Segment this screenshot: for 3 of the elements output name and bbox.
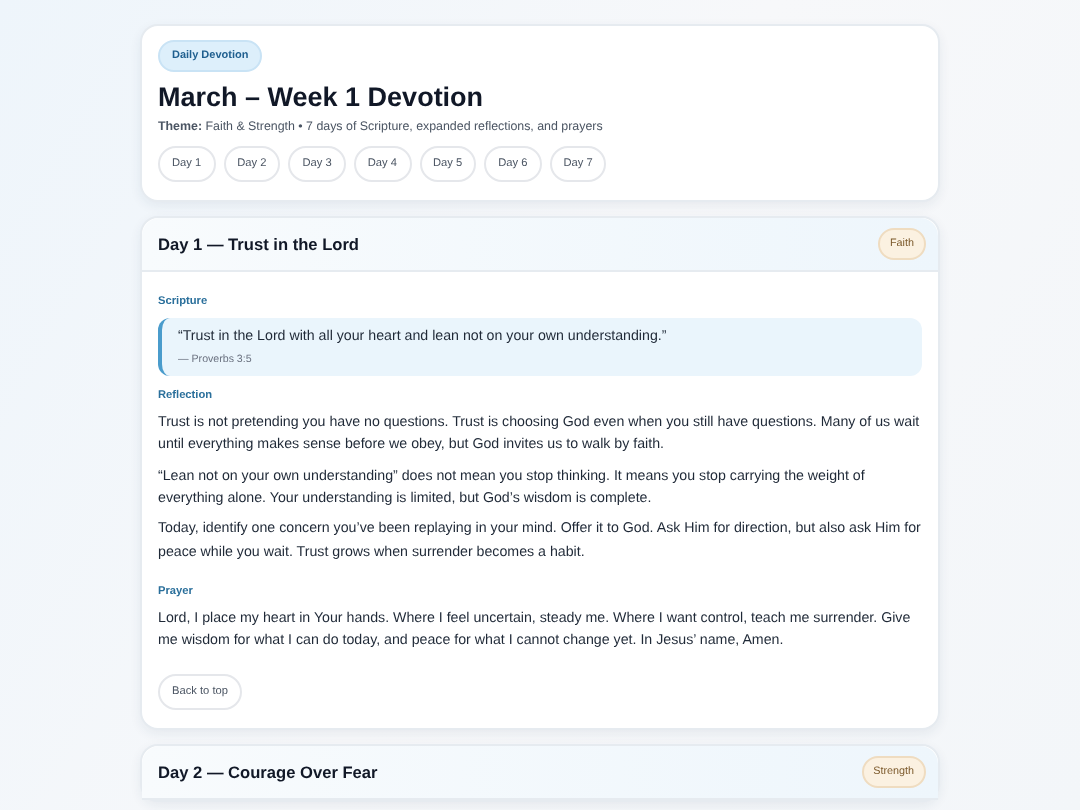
page-title: March – Week 1 Devotion [158, 82, 484, 112]
day-title: Day 1 — Trust in the Lord [158, 234, 359, 254]
day-title: Day 2 — Courage Over Fear [158, 761, 378, 782]
